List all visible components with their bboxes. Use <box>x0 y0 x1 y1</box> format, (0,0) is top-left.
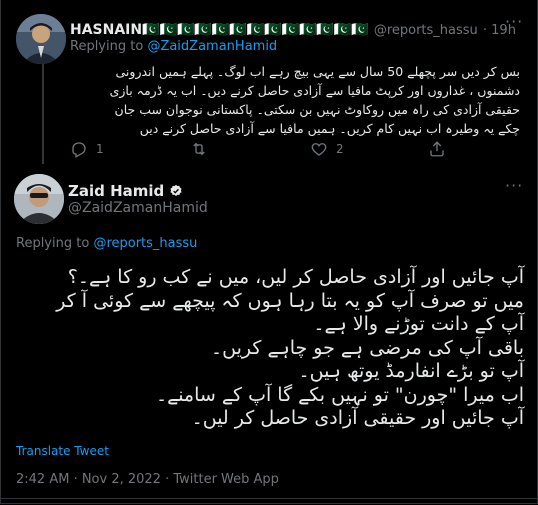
main-text-line: آپ کے دانت توڑنے والا ہے۔ <box>313 313 524 335</box>
main-text-line: میں تو صرف آپ کو یہ بتا رہا ہوں کہ پیچھے… <box>56 289 524 312</box>
replying-to-label: Replying to <box>16 236 90 251</box>
reply-icon <box>72 142 86 158</box>
reply-text-line: حقیقی آزادی کی راہ میں روکاوٹ نہیں بن سک… <box>114 102 520 117</box>
reply-author-handle[interactable]: @reports_hassu <box>374 23 478 38</box>
avatar-hasnain[interactable] <box>16 14 66 64</box>
thread-connector-line <box>42 64 44 164</box>
reply-tweet-text: بس کر دیں سر پچھلے 50 سال سے یہی بیچ رہے… <box>70 62 520 138</box>
share-button[interactable] <box>428 140 446 158</box>
reply-text-line: بس کر دیں سر پچھلے 50 سال سے یہی بیچ رہے… <box>115 64 520 79</box>
main-header: Zaid Hamid <box>68 181 183 200</box>
share-icon <box>430 141 444 157</box>
main-author-name[interactable]: Zaid Hamid <box>68 182 164 200</box>
avatar-zaid-hamid[interactable] <box>14 174 64 224</box>
translate-tweet-link[interactable]: Translate Tweet <box>16 444 109 458</box>
main-author-handle[interactable]: @ZaidZamanHamid <box>68 200 208 216</box>
reply-count: 1 <box>96 142 104 156</box>
main-text-line: آپ جائیں اور آزادی حاصل کر لیں، میں نے ک… <box>67 266 524 288</box>
replying-to-label: Replying to <box>70 39 144 54</box>
main-replying-to: Replying to @reports_hassu <box>16 236 197 251</box>
main-text-line: باقی آپ کی مرضی ہے جو چاہے کریں۔ <box>211 336 524 359</box>
like-icon <box>311 143 327 156</box>
main-text-line: آپ تو بڑے انفارمڈ یوتھ ہیں۔ <box>298 360 524 382</box>
reply-header: HASNAIN🇵🇰🇵🇰🇵🇰🇵🇰🇵🇰🇵🇰🇵🇰🇵🇰🇵🇰🇵🇰🇵🇰🇵🇰🇵🇰 @repor… <box>70 19 516 38</box>
more-icon[interactable]: ··· <box>505 176 523 195</box>
replying-to-link[interactable]: @ZaidZamanHamid <box>147 39 277 54</box>
tweet-timestamp[interactable]: 2:42 AM · Nov 2, 2022 · Twitter Web App <box>16 472 279 487</box>
divider <box>0 498 538 499</box>
reply-author-name[interactable]: HASNAIN🇵🇰🇵🇰🇵🇰🇵🇰🇵🇰🇵🇰🇵🇰🇵🇰🇵🇰🇵🇰🇵🇰🇵🇰🇵🇰 <box>70 22 369 38</box>
main-text-line: اب میرا "چورن" تو نہیں بکے گا آپ کے سامن… <box>155 383 524 406</box>
like-button[interactable]: 2 <box>310 140 344 158</box>
reply-replying-to: Replying to @ZaidZamanHamid <box>70 39 277 54</box>
reply-text-line: چکے یہ وطیرہ اب نہیں کام کریں۔ ہمیں مافی… <box>139 121 520 136</box>
reply-text-line: دشمنوں ، غداروں اور کرپٹ مافیا سے آزادی … <box>109 83 520 98</box>
like-count: 2 <box>336 142 344 156</box>
main-text-line: آپ جائیں اور حقیقی آزادی حاصل کر لیں۔ <box>191 407 524 429</box>
retweet-icon <box>193 142 205 156</box>
more-icon[interactable]: ··· <box>505 12 523 31</box>
verified-badge-icon <box>170 184 182 196</box>
retweet-button[interactable] <box>190 140 216 158</box>
replying-to-link[interactable]: @reports_hassu <box>93 236 197 251</box>
reply-button[interactable]: 1 <box>70 140 104 158</box>
main-tweet-text: آپ جائیں اور آزادی حاصل کر لیں، میں نے ک… <box>14 266 524 431</box>
